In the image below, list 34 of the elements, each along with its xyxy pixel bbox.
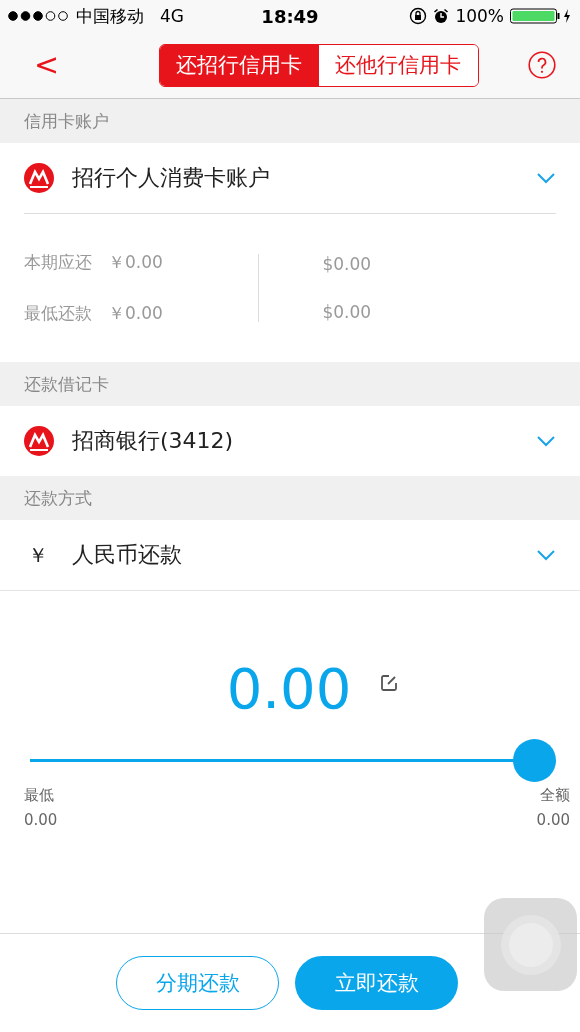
carrier-name: 中国移动 — [76, 4, 144, 28]
installment-button[interactable]: 分期还款 — [116, 956, 279, 1010]
rotation-lock-icon — [409, 7, 428, 25]
slider-thumb[interactable] — [513, 739, 556, 782]
battery-percent: 100% — [455, 6, 504, 26]
status-time: 18:49 — [261, 5, 319, 27]
amount-label: 本期应还 — [24, 251, 92, 274]
chevron-down-icon[interactable] — [536, 435, 556, 447]
signal-icon — [8, 11, 70, 21]
rmb-amount: ￥0.00 — [108, 302, 163, 325]
usd-amount: $0.00 — [322, 254, 372, 274]
alarm-icon — [433, 8, 450, 24]
back-button[interactable]: < — [34, 50, 60, 80]
usd-amount: $0.00 — [322, 302, 372, 322]
min-label: 最低 — [24, 786, 55, 805]
bank-logo-icon — [24, 426, 54, 456]
tab[interactable]: 还招行信用卡 — [159, 44, 319, 86]
network-type: 4G — [160, 6, 184, 26]
chevron-down-icon[interactable] — [536, 549, 556, 561]
chevron-down-icon[interactable] — [536, 172, 556, 184]
tab[interactable]: 还他行信用卡 — [318, 44, 478, 86]
battery-charging-icon — [510, 8, 572, 24]
repayment-amount: 0.00 — [226, 661, 352, 717]
bank-logo-icon — [24, 163, 54, 193]
repayment-method[interactable]: 人民币还款 — [72, 540, 536, 570]
help-icon[interactable] — [528, 51, 556, 79]
min-value: 0.00 — [24, 811, 58, 829]
max-label: 全额 — [540, 786, 570, 805]
repay-now-button[interactable]: 立即还款 — [295, 956, 458, 1010]
rmb-amount: ￥0.00 — [108, 251, 163, 274]
amount-label: 最低还款 — [24, 302, 92, 325]
edit-icon[interactable] — [379, 673, 400, 693]
currency-symbol: ￥ — [28, 541, 48, 569]
max-value: 0.00 — [536, 811, 570, 829]
